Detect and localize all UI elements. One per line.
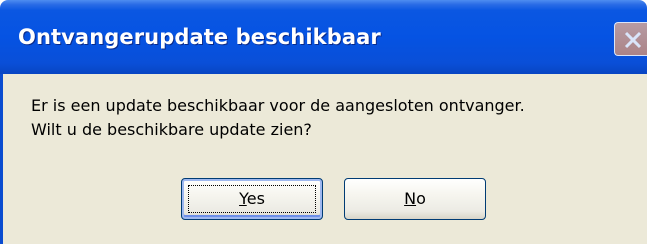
yes-button-label: Yes [239,189,265,208]
no-button[interactable]: No [344,178,486,220]
dialog-message: Er is een update beschikbaar voor de aan… [31,94,525,142]
close-button[interactable] [614,22,647,56]
no-button-label: No [404,189,426,208]
message-line-2: Wilt u de beschikbare update zien? [31,120,312,139]
message-line-1: Er is een update beschikbaar voor de aan… [31,96,525,115]
title-bar[interactable]: Ontvangerupdate beschikbaar [0,0,647,74]
no-label-rest: o [416,189,426,208]
yes-button[interactable]: Yes [181,178,323,220]
dialog-body: Er is een update beschikbaar voor de aan… [3,74,647,244]
update-available-dialog: Ontvangerupdate beschikbaar Er is een up… [0,0,647,244]
yes-mnemonic: Y [239,189,247,208]
no-mnemonic: N [404,189,417,208]
close-x-icon [624,31,642,49]
dialog-title: Ontvangerupdate beschikbaar [18,25,381,49]
yes-label-rest: es [246,189,265,208]
